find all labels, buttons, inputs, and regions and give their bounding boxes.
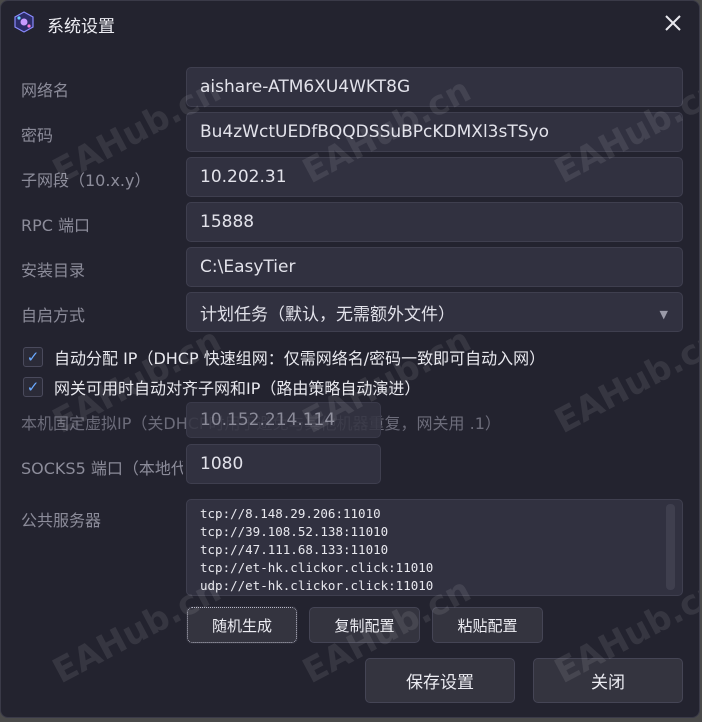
- random-generate-button[interactable]: 随机生成: [186, 606, 298, 644]
- server-line: tcp://8.148.29.206:11010: [200, 506, 381, 521]
- copy-config-button[interactable]: 复制配置: [309, 607, 420, 643]
- close-icon[interactable]: [661, 11, 685, 35]
- rpc-port-input[interactable]: 15888: [186, 202, 683, 242]
- autostart-value: 计划任务（默认，无需额外文件）: [200, 304, 455, 325]
- public-servers-label: 公共服务器: [21, 511, 102, 530]
- settings-window: 系统设置 网络名 aishare-ATM6XU4WKT8G 密码 Bu4zWct…: [0, 0, 700, 718]
- title-bar: 系统设置: [1, 1, 699, 45]
- gateway-align-row[interactable]: ✓ 网关可用时自动对齐子网和IP（路由策略自动演进）: [23, 375, 420, 399]
- save-settings-button[interactable]: 保存设置: [365, 658, 515, 703]
- autostart-select[interactable]: 计划任务（默认，无需额外文件） ▼: [186, 292, 683, 332]
- scrollbar-thumb[interactable]: [666, 504, 675, 590]
- app-icon: [14, 11, 34, 33]
- close-button[interactable]: 关闭: [533, 658, 683, 703]
- password-input[interactable]: Bu4zWctUEDfBQQDSSuBPcKDMXl3sTSyo: [186, 112, 683, 152]
- auto-ip-label: 自动分配 IP（DHCP 快速组网：仅需网络名/密码一致即可自动入网）: [54, 349, 546, 368]
- server-line: tcp://et-hk.clickor.click:11010: [200, 560, 434, 575]
- server-line: udp://et-hk.clickor.click:11010: [200, 578, 434, 593]
- network-name-label: 网络名: [21, 81, 70, 100]
- install-dir-label: 安装目录: [21, 261, 86, 280]
- socks5-port-input[interactable]: 1080: [186, 444, 381, 484]
- paste-config-button[interactable]: 粘贴配置: [432, 607, 543, 643]
- public-servers-list: tcp://8.148.29.206:11010 tcp://39.108.52…: [200, 505, 433, 595]
- server-line: tcp://47.111.68.133:11010: [200, 542, 389, 557]
- public-servers-textarea[interactable]: tcp://8.148.29.206:11010 tcp://39.108.52…: [186, 499, 683, 596]
- auto-ip-checkbox[interactable]: ✓: [23, 347, 43, 367]
- chevron-down-icon: ▼: [659, 308, 668, 321]
- password-label: 密码: [21, 126, 54, 145]
- install-dir-input[interactable]: C:\EasyTier: [186, 247, 683, 287]
- gateway-align-checkbox[interactable]: ✓: [23, 377, 43, 397]
- watermark: EAHub.cn: [548, 320, 700, 442]
- rpc-port-label: RPC 端口: [21, 216, 91, 235]
- window-title: 系统设置: [47, 17, 115, 37]
- gateway-align-label: 网关可用时自动对齐子网和IP（路由策略自动演进）: [54, 379, 421, 398]
- autostart-label: 自启方式: [21, 306, 86, 325]
- subnet-label: 子网段（10.x.y）: [21, 171, 151, 190]
- network-name-input[interactable]: aishare-ATM6XU4WKT8G: [186, 67, 683, 107]
- fixed-ip-input[interactable]: 10.152.214.114: [186, 402, 381, 438]
- subnet-input[interactable]: 10.202.31: [186, 157, 683, 197]
- socks5-port-label: SOCKS5 端口（本地代理）: [21, 459, 183, 478]
- auto-ip-row[interactable]: ✓ 自动分配 IP（DHCP 快速组网：仅需网络名/密码一致即可自动入网）: [23, 345, 545, 369]
- server-line: tcp://39.108.52.138:11010: [200, 524, 389, 539]
